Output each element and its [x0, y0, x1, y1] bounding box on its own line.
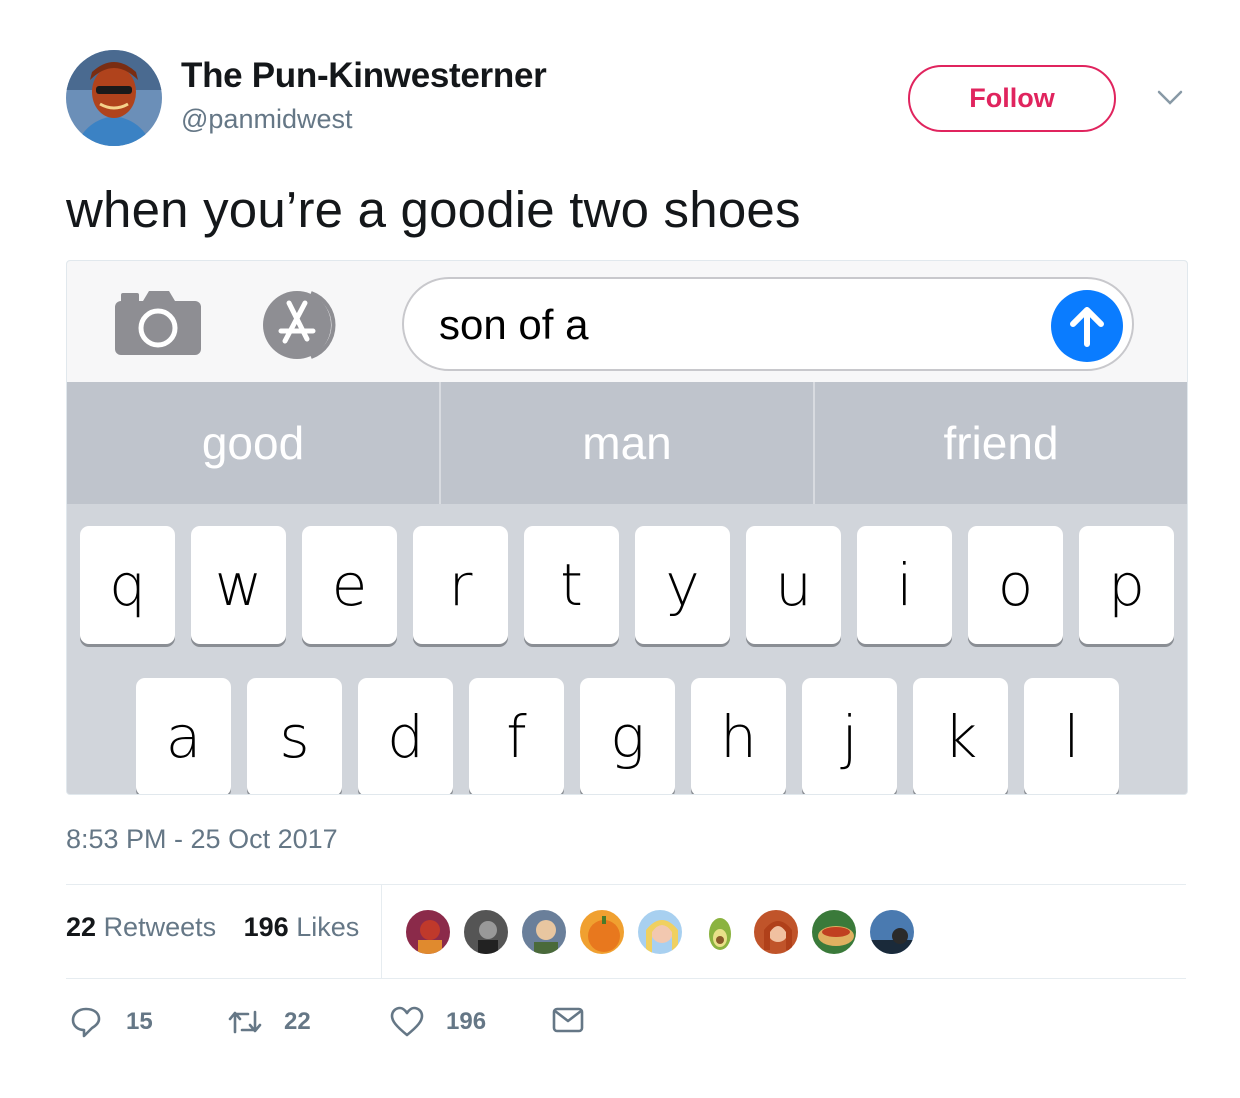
- retweets-stat[interactable]: 22 Retweets: [66, 912, 216, 942]
- send-arrow-icon[interactable]: [1051, 290, 1123, 362]
- liker-avatar[interactable]: [404, 908, 452, 956]
- key-r[interactable]: r: [413, 526, 508, 644]
- key-w[interactable]: w: [191, 526, 286, 644]
- liker-avatar[interactable]: [810, 908, 858, 956]
- likes-label: Likes: [296, 912, 360, 942]
- camera-icon: [113, 289, 203, 357]
- key-u[interactable]: u: [746, 526, 841, 644]
- key-i[interactable]: i: [857, 526, 952, 644]
- key-d[interactable]: d: [358, 678, 453, 794]
- key-l[interactable]: l: [1024, 678, 1119, 794]
- like-action[interactable]: 196: [390, 1006, 486, 1038]
- like-count: 196: [446, 1008, 487, 1035]
- user-handle[interactable]: @panmidwest: [181, 104, 352, 135]
- direct-message-action[interactable]: [552, 1006, 608, 1034]
- liker-avatar[interactable]: [636, 908, 684, 956]
- key-a[interactable]: a: [136, 678, 231, 794]
- liker-avatar[interactable]: [868, 908, 916, 956]
- reply-icon: [71, 1007, 101, 1038]
- key-q[interactable]: q: [80, 526, 175, 644]
- key-o[interactable]: o: [968, 526, 1063, 644]
- display-name[interactable]: The Pun-Kinwesterner: [181, 56, 547, 96]
- key-e[interactable]: e: [302, 526, 397, 644]
- keyboard: q w e r t y u i o p a s d f g h j k l: [67, 504, 1187, 794]
- stats-separator: [381, 885, 382, 978]
- suggestion-good[interactable]: good: [67, 382, 439, 504]
- key-g[interactable]: g: [580, 678, 675, 794]
- key-k[interactable]: k: [913, 678, 1008, 794]
- message-text: son of a: [439, 301, 589, 348]
- reply-count: 15: [126, 1008, 153, 1035]
- tweet-image[interactable]: son of a good man friend q w e r t y u i…: [66, 260, 1188, 795]
- message-input[interactable]: son of a: [402, 277, 1134, 371]
- divider-bottom: [66, 978, 1186, 979]
- caret-down-icon[interactable]: [1157, 88, 1183, 108]
- follow-button[interactable]: Follow: [908, 65, 1116, 132]
- divider-top: [66, 884, 1186, 885]
- reply-action[interactable]: 15: [70, 1006, 153, 1038]
- key-s[interactable]: s: [247, 678, 342, 794]
- liker-avatar[interactable]: [462, 908, 510, 956]
- retweet-action[interactable]: 22: [228, 1006, 311, 1038]
- predictive-bar: good man friend: [67, 382, 1187, 504]
- key-j[interactable]: j: [802, 678, 897, 794]
- key-p[interactable]: p: [1079, 526, 1174, 644]
- avatar[interactable]: [66, 50, 162, 146]
- engagement-stats: 22 Retweets 196 Likes: [66, 912, 359, 943]
- suggestion-man[interactable]: man: [439, 382, 813, 504]
- likes-count: 196: [243, 912, 289, 942]
- liker-avatar[interactable]: [520, 908, 568, 956]
- key-h[interactable]: h: [691, 678, 786, 794]
- tweet-timestamp[interactable]: 8:53 PM - 25 Oct 2017: [66, 824, 338, 855]
- key-f[interactable]: f: [469, 678, 564, 794]
- retweets-label: Retweets: [103, 912, 217, 942]
- like-icon: [390, 1006, 424, 1037]
- key-t[interactable]: t: [524, 526, 619, 644]
- likes-stat[interactable]: 196 Likes: [244, 912, 360, 942]
- liker-avatar[interactable]: [752, 908, 800, 956]
- suggestion-friend[interactable]: friend: [813, 382, 1187, 504]
- message-bar: son of a: [67, 261, 1187, 382]
- direct-message-icon: [552, 1007, 584, 1033]
- tweet-text: when you’re a goodie two shoes: [66, 181, 801, 238]
- app-store-icon: [257, 289, 353, 361]
- liker-avatar[interactable]: [694, 908, 742, 956]
- retweet-icon: [228, 1010, 262, 1034]
- retweets-count: 22: [66, 912, 97, 942]
- key-y[interactable]: y: [635, 526, 730, 644]
- retweet-count: 22: [284, 1008, 311, 1035]
- liker-avatar[interactable]: [578, 908, 626, 956]
